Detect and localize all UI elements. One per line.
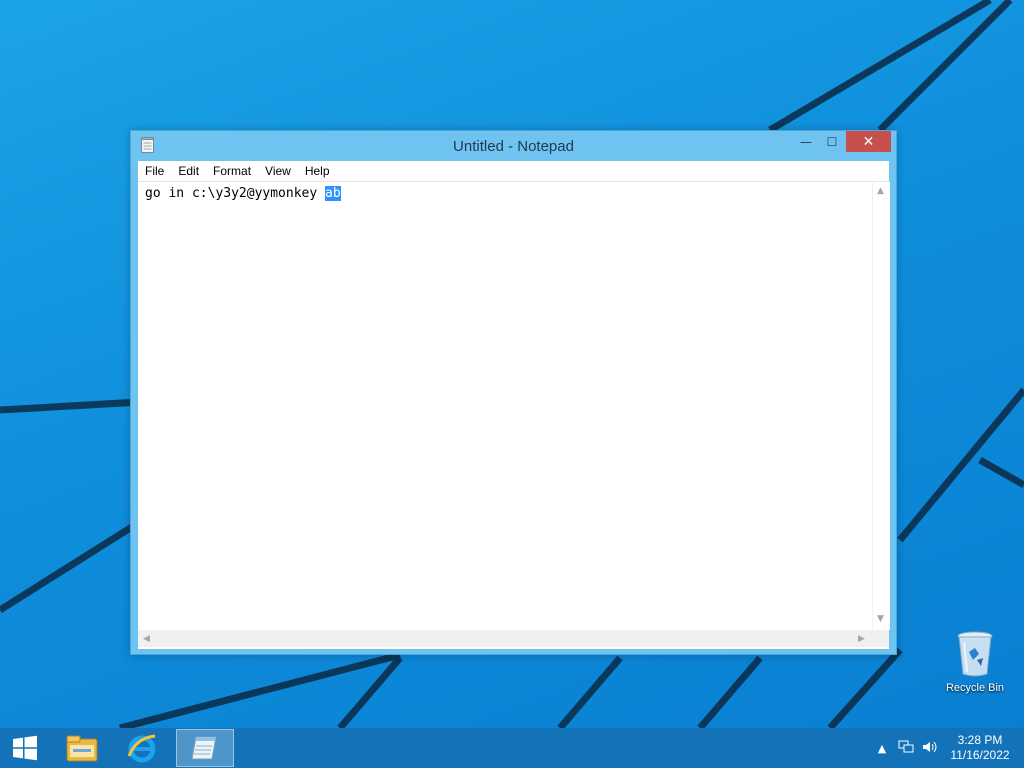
clock-date: 11/16/2022 bbox=[950, 748, 1010, 762]
notepad-icon bbox=[191, 736, 217, 760]
menu-view[interactable]: View bbox=[258, 161, 298, 181]
notepad-window[interactable]: Untitled - Notepad — ☐ ✕ File Edit Forma… bbox=[130, 130, 897, 655]
volume-icon[interactable] bbox=[918, 740, 942, 757]
show-hidden-icons-chevron[interactable]: ▲ bbox=[870, 742, 894, 755]
taskbar-file-explorer[interactable] bbox=[57, 728, 107, 768]
close-button[interactable]: ✕ bbox=[846, 131, 891, 152]
window-title: Untitled - Notepad bbox=[453, 138, 574, 155]
system-tray: ▲ bbox=[870, 728, 942, 768]
minimize-button[interactable]: — bbox=[793, 131, 819, 152]
minimize-icon: — bbox=[800, 134, 812, 149]
menu-format[interactable]: Format bbox=[206, 161, 258, 181]
maximize-icon: ☐ bbox=[826, 134, 838, 149]
scroll-left-icon[interactable]: ◀ bbox=[143, 634, 150, 644]
taskbar-notepad[interactable] bbox=[176, 729, 234, 767]
editor-area[interactable]: go in c:\y3y2@yymonkey ab ▲ ▼ ◀ ▶ bbox=[138, 182, 890, 649]
network-icon[interactable] bbox=[894, 740, 918, 757]
taskbar-clock[interactable]: 3:28 PM 11/16/2022 bbox=[945, 733, 1015, 763]
taskbar: ▲ 3:28 PM 11/16/2022 bbox=[0, 728, 1024, 768]
selected-text: ab bbox=[325, 186, 341, 201]
close-icon: ✕ bbox=[862, 133, 875, 150]
start-button[interactable] bbox=[0, 728, 50, 768]
editor-text: go in c:\y3y2@yymonkey bbox=[145, 186, 326, 201]
vertical-scrollbar[interactable]: ▲ ▼ bbox=[872, 182, 890, 630]
scrollbar-corner bbox=[872, 630, 889, 647]
taskbar-internet-explorer[interactable] bbox=[117, 728, 167, 768]
internet-explorer-icon bbox=[127, 734, 156, 763]
horizontal-scrollbar[interactable]: ◀ ▶ bbox=[138, 630, 872, 647]
recycle-bin-icon bbox=[957, 631, 993, 677]
recycle-bin-label: Recycle Bin bbox=[945, 682, 1005, 694]
scroll-down-icon[interactable]: ▼ bbox=[877, 614, 884, 624]
scroll-up-icon[interactable]: ▲ bbox=[877, 186, 884, 196]
recycle-bin[interactable]: Recycle Bin bbox=[940, 630, 1010, 700]
text-editor[interactable]: go in c:\y3y2@yymonkey ab bbox=[138, 182, 872, 630]
scroll-right-icon[interactable]: ▶ bbox=[858, 634, 865, 644]
menu-edit[interactable]: Edit bbox=[171, 161, 206, 181]
file-explorer-icon bbox=[66, 735, 98, 762]
menu-file[interactable]: File bbox=[138, 161, 171, 181]
title-bar[interactable]: Untitled - Notepad — ☐ ✕ bbox=[131, 131, 896, 161]
maximize-button[interactable]: ☐ bbox=[819, 131, 845, 152]
menu-help[interactable]: Help bbox=[298, 161, 337, 181]
menu-bar: File Edit Format View Help bbox=[138, 161, 889, 182]
windows-start-icon bbox=[13, 735, 37, 761]
clock-time: 3:28 PM bbox=[957, 733, 1003, 747]
